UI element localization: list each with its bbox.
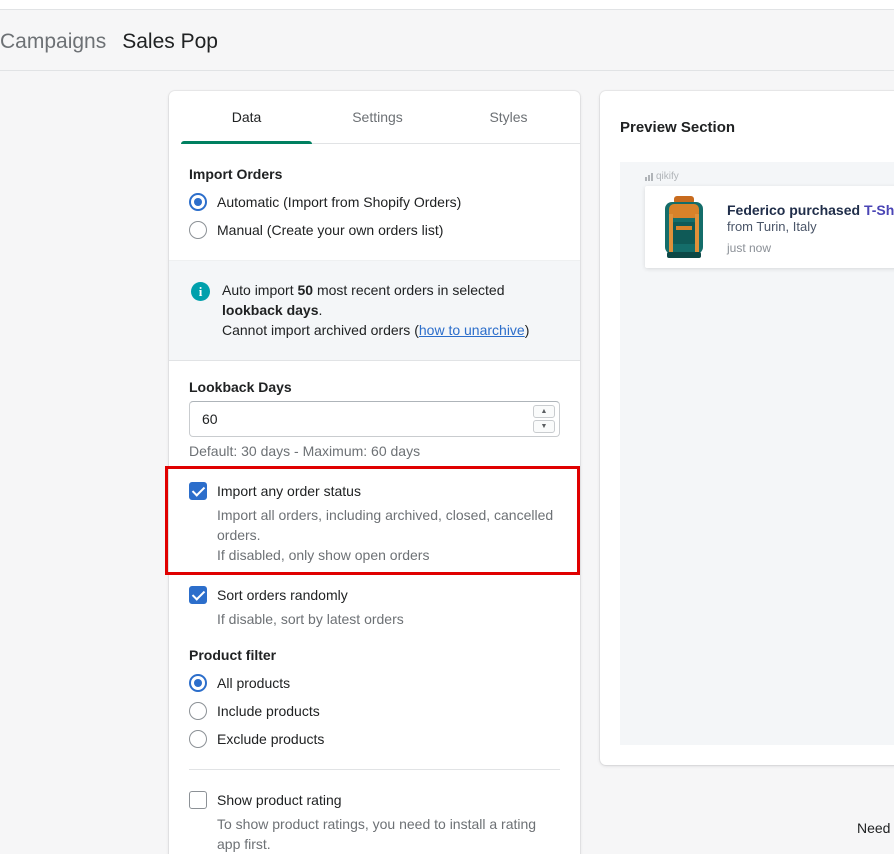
info-text-middle: most recent orders in selected (313, 282, 505, 298)
filter-all-option[interactable]: All products (189, 673, 290, 693)
filter-include-label: Include products (217, 703, 320, 719)
info-icon: i (191, 282, 210, 301)
popup-time: just now (727, 241, 772, 255)
preview-title: Preview Section (620, 119, 736, 136)
filter-exclude-label: Exclude products (217, 731, 325, 747)
increment-icon[interactable]: ▲ (533, 405, 555, 418)
radio-include-products[interactable] (189, 702, 207, 720)
info-line2-prefix: Cannot import archived orders ( (222, 322, 419, 338)
import-manual-label: Manual (Create your own orders list) (217, 222, 444, 238)
lookback-days-value: 60 (202, 411, 218, 427)
lookback-help: Default: 30 days - Maximum: 60 days (189, 443, 421, 459)
preview-card: Preview Section qikify Federico purchase… (600, 91, 894, 765)
filter-all-label: All products (217, 675, 291, 691)
preview-area: qikify Federico purchased T-Sh from Turi… (620, 162, 894, 745)
product-filter-title: Product filter (189, 647, 277, 663)
sort-random-option[interactable]: Sort orders randomly (189, 585, 348, 605)
radio-automatic[interactable] (189, 193, 207, 211)
info-count: 50 (297, 282, 314, 298)
tab-bar: Data Settings Styles (181, 91, 580, 144)
filter-include-option[interactable]: Include products (189, 701, 320, 721)
import-automatic-label: Automatic (Import from Shopify Orders) (217, 194, 462, 210)
breadcrumb-campaigns-link[interactable]: Campaigns (0, 30, 106, 54)
product-rating-help-line2: app first. (217, 836, 271, 852)
popup-buyer: Federico purchased (727, 202, 861, 218)
lookback-days-input[interactable]: 60 ▲ ▼ (189, 401, 560, 437)
product-rating-label: Show product rating (217, 792, 342, 808)
tab-styles[interactable]: Styles (443, 91, 574, 143)
lookback-days-label: Lookback Days (189, 379, 292, 395)
lookback-stepper: ▲ ▼ (533, 405, 555, 433)
info-bold-term: lookback days (222, 302, 319, 318)
filter-exclude-option[interactable]: Exclude products (189, 729, 324, 749)
header-divider (0, 70, 894, 71)
product-rating-help-line1: To show product ratings, you need to ins… (217, 816, 537, 832)
tab-settings[interactable]: Settings (312, 91, 443, 143)
sort-random-help: If disable, sort by latest orders (217, 611, 404, 627)
page-title: Sales Pop (122, 30, 218, 53)
info-line2-suffix: ) (524, 322, 530, 338)
info-text-prefix: Auto import (222, 282, 298, 298)
breadcrumb: Campaigns Sales Pop (0, 28, 218, 56)
sort-random-checkbox[interactable] (189, 586, 207, 604)
info-text-suffix: . (318, 302, 323, 318)
popup-product[interactable]: T-Sh (864, 202, 894, 218)
sales-pop-notification[interactable]: Federico purchased T-Sh from Turin, Ital… (645, 186, 894, 268)
section-divider (189, 769, 560, 770)
import-automatic-option[interactable]: Automatic (Import from Shopify Orders) (189, 192, 461, 212)
product-rating-checkbox[interactable] (189, 791, 207, 809)
popup-location: from Turin, Italy (727, 219, 817, 234)
radio-all-products[interactable] (189, 674, 207, 692)
how-to-unarchive-link[interactable]: how to unarchive (419, 322, 525, 338)
product-rating-help: To show product ratings, you need to ins… (217, 814, 536, 854)
qikify-brand: qikify (645, 171, 679, 182)
decrement-icon[interactable]: ▼ (533, 420, 555, 433)
radio-manual[interactable] (189, 221, 207, 239)
tab-data[interactable]: Data (181, 91, 312, 144)
qikify-brand-text: qikify (656, 171, 679, 182)
help-footer-text: Need (857, 820, 891, 836)
sort-random-label: Sort orders randomly (217, 587, 348, 603)
popup-purchase-line: Federico purchased T-Sh (727, 202, 894, 218)
product-rating-option[interactable]: Show product rating (189, 790, 342, 810)
bar-chart-icon (645, 172, 653, 181)
info-banner-text: Auto import 50 most recent orders in sel… (222, 280, 552, 340)
top-bar (0, 0, 894, 10)
import-manual-option[interactable]: Manual (Create your own orders list) (189, 220, 443, 240)
radio-exclude-products[interactable] (189, 730, 207, 748)
import-orders-title: Import Orders (189, 166, 283, 182)
highlight-box (165, 466, 580, 575)
backpack-product-image (665, 196, 703, 258)
